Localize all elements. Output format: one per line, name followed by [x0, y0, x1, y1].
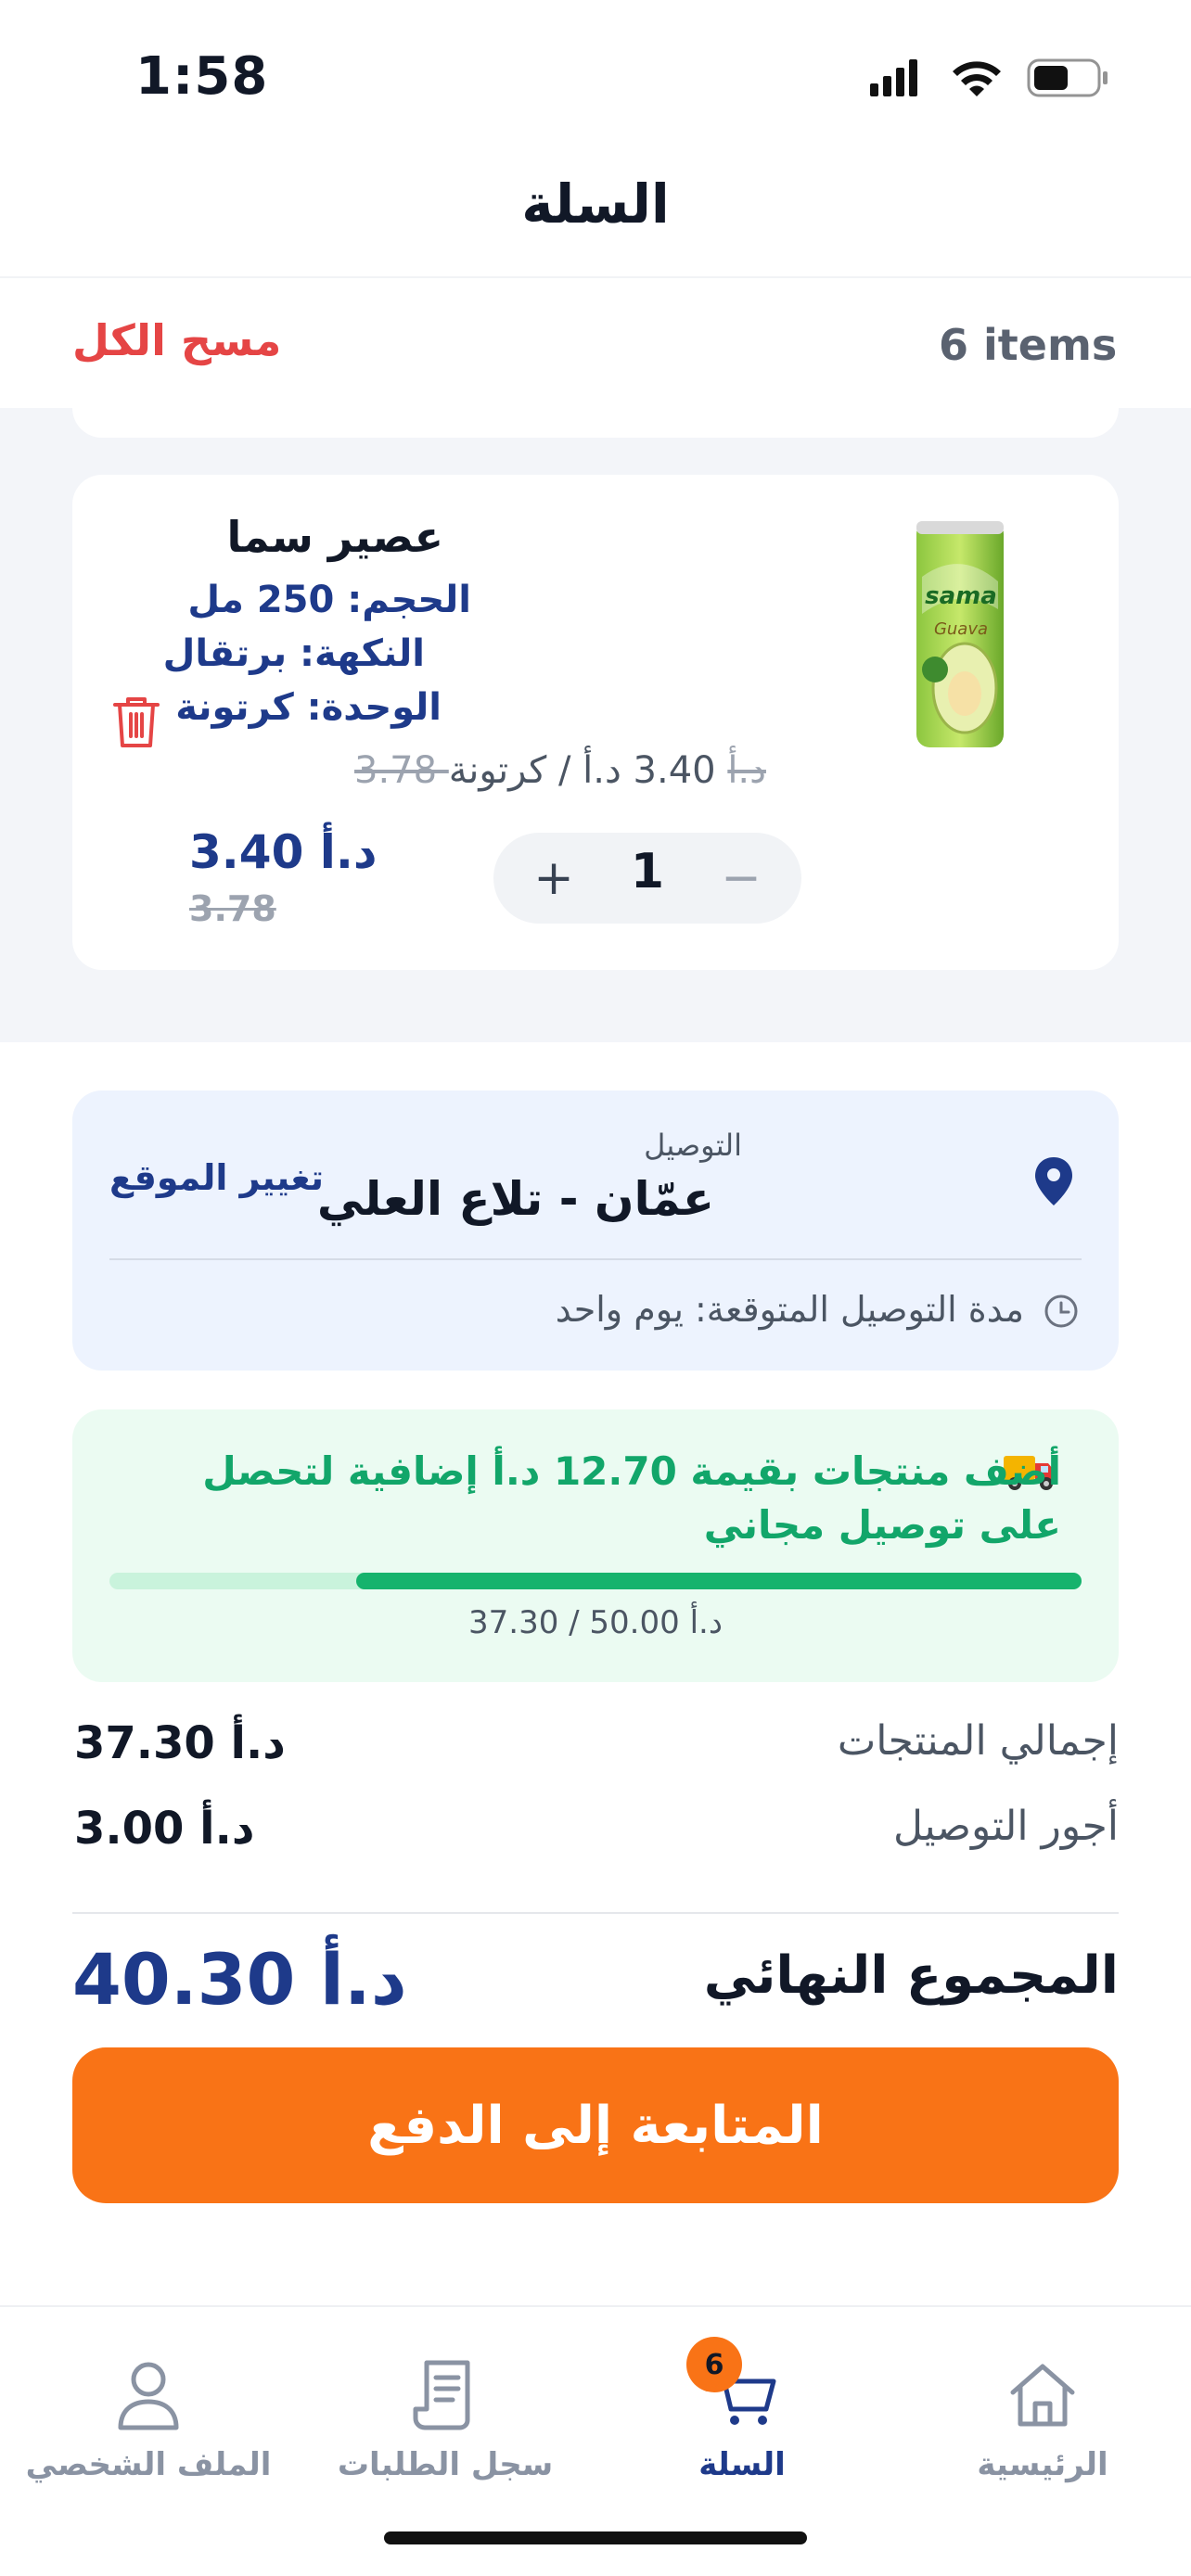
nav-item-profile[interactable]: الملف الشخصي [9, 2355, 288, 2483]
delivery-divider [109, 1258, 1082, 1260]
delivery-address: عمّان - تلاع العلي [316, 1172, 714, 1226]
free-delivery-progress-text: 37.30 / 50.00 د.أ [468, 1604, 723, 1641]
delivery-fee-value: 3.00 د.أ [74, 1803, 255, 1855]
clear-all-button[interactable]: مسح الكل [72, 315, 281, 365]
items-count: 6 items [939, 320, 1118, 370]
nav-item-cart[interactable]: السلة [603, 2355, 881, 2483]
previous-item-card [72, 389, 1119, 438]
product-name: عصير سما [226, 512, 443, 562]
battery-icon [1027, 58, 1108, 97]
receipt-icon [413, 2360, 470, 2430]
item-price: 3.40 د.أ [189, 825, 378, 879]
product-unit: الوحدة: كرتونة [175, 686, 442, 729]
signal-icon [870, 59, 917, 96]
grand-total-label: المجموع النهائي [703, 1945, 1119, 2006]
subtotal-label: إجمالي المنتجات [837, 1717, 1119, 1765]
item-price-old: 3.78 [189, 888, 276, 929]
quantity-stepper: + 1 − [493, 833, 801, 924]
cart-count-badge: 6 [686, 2337, 742, 2392]
unit-price-current: 3.40 د.أ / كرتونة [448, 749, 716, 792]
trash-icon[interactable] [111, 694, 161, 749]
product-size: الحجم: 250 مل [187, 579, 471, 621]
location-pin-icon [1035, 1157, 1072, 1205]
nav-label-home: الرئيسية [977, 2446, 1108, 2483]
delivery-fee-label: أجور التوصيل [893, 1803, 1119, 1850]
nav-label-profile: الملف الشخصي [25, 2446, 272, 2483]
unit-price: 3.78 د.أ 3.40 د.أ / كرتونة [354, 749, 766, 792]
quantity-value: 1 [630, 844, 665, 899]
nav-label-orders: سجل الطلبات [337, 2446, 554, 2483]
home-indicator [384, 2531, 807, 2544]
free-delivery-progress [109, 1573, 1082, 1589]
status-icons [870, 58, 1108, 97]
product-image-flavor: Guava [933, 619, 989, 639]
grand-total-value: 40.30 د.أ [72, 1938, 407, 2021]
free-delivery-progress-fill [356, 1573, 1082, 1589]
product-image-brand: sama [925, 582, 997, 610]
subtotal-value: 37.30 د.أ [74, 1717, 286, 1769]
nav-label-cart: السلة [698, 2446, 786, 2483]
delivery-label: التوصيل [644, 1128, 742, 1163]
nav-item-orders[interactable]: سجل الطلبات [306, 2355, 584, 2483]
user-icon [118, 2362, 179, 2430]
wifi-icon [953, 61, 1001, 96]
home-icon [1010, 2364, 1075, 2427]
clock-icon [1044, 1294, 1078, 1328]
increase-quantity-button[interactable]: + [521, 846, 586, 911]
free-delivery-message: أضف منتجات بقيمة 12.70 د.أ إضافية لتحصل … [202, 1448, 1061, 1548]
status-time: 1:58 [135, 46, 269, 107]
page-title: السلة [521, 172, 670, 236]
estimated-delivery-time: مدة التوصيل المتوقعة: يوم واحد [555, 1289, 1024, 1330]
nav-item-home[interactable]: الرئيسية [903, 2355, 1182, 2483]
decrease-quantity-button[interactable]: − [709, 846, 774, 911]
product-flavor: النكهة: برتقال [162, 632, 425, 675]
totals-divider [72, 1912, 1119, 1914]
checkout-button[interactable]: المتابعة إلى الدفع [72, 2047, 1119, 2203]
change-location-button[interactable]: تغيير الموقع [109, 1157, 324, 1198]
header-divider [0, 276, 1191, 278]
